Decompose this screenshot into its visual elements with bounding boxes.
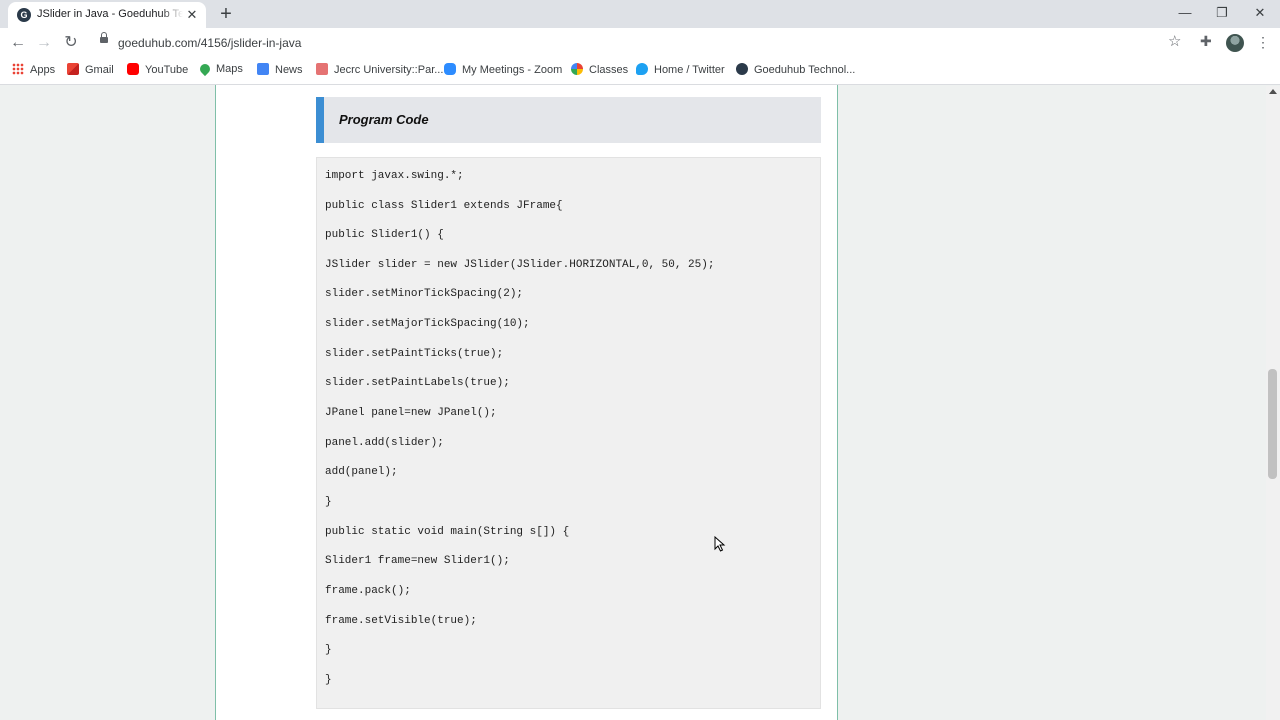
scroll-thumb[interactable] (1268, 369, 1277, 479)
bookmark-twitter[interactable]: Home / Twitter (636, 63, 725, 79)
bookmark-label: My Meetings - Zoom (462, 64, 563, 76)
gmail-icon (67, 63, 79, 75)
bookmark-goeduhub[interactable]: Goeduhub Technol... (736, 63, 855, 79)
code-line: slider.setPaintTicks(true); (325, 348, 504, 360)
lock-icon[interactable] (100, 32, 108, 43)
bookmark-star-icon[interactable]: ☆ (1168, 32, 1181, 50)
code-line: slider.setPaintLabels(true); (325, 377, 510, 389)
bookmark-news[interactable]: News (257, 63, 303, 79)
code-line: slider.setMajorTickSpacing(10); (325, 318, 530, 330)
extensions-puzzle-icon[interactable]: ✚ (1200, 33, 1212, 50)
news-icon (257, 63, 269, 75)
bookmark-label: Classes (589, 64, 629, 76)
tab-title: JSlider in Java - Goeduhub Techn (37, 8, 183, 20)
maps-pin-icon (197, 61, 213, 77)
tab-active[interactable]: G JSlider in Java - Goeduhub Techn ✕ (8, 2, 206, 28)
back-arrow-icon[interactable]: ← (8, 33, 28, 53)
restore-icon[interactable]: ❐ (1207, 2, 1237, 24)
bookmark-label: Home / Twitter (654, 64, 725, 76)
page-viewport: Program Code import javax.swing.*; publi… (0, 85, 1280, 720)
goeduhub-icon (736, 63, 748, 75)
code-line: add(panel); (325, 466, 398, 478)
code-line: } (325, 644, 332, 656)
code-line: JSlider slider = new JSlider(JSlider.HOR… (325, 259, 715, 271)
bookmark-label: YouTube (145, 64, 189, 76)
browser-toolbar: ← → ↻ goeduhub.com/4156/jslider-in-java … (0, 28, 1280, 58)
code-line: public class Slider1 extends JFrame{ (325, 200, 563, 212)
article-column: Program Code import javax.swing.*; publi… (215, 85, 838, 720)
page-scrollbar[interactable] (1266, 86, 1280, 720)
tab-strip: G JSlider in Java - Goeduhub Techn ✕ + —… (0, 0, 1280, 28)
scroll-up-arrow-icon[interactable] (1269, 89, 1277, 94)
jecrc-icon (316, 63, 328, 75)
goeduhub-favicon-icon: G (17, 8, 31, 22)
code-line: JPanel panel=new JPanel(); (325, 407, 497, 419)
code-line: } (325, 496, 332, 508)
code-line: public Slider1() { (325, 229, 444, 241)
bookmark-maps[interactable]: Maps (197, 61, 243, 79)
section-header: Program Code (316, 97, 821, 143)
code-line: public static void main(String s[]) { (325, 526, 570, 538)
bookmark-apps[interactable]: Apps (12, 63, 55, 79)
bookmark-jecrc[interactable]: Jecrc University::Par... (316, 63, 443, 79)
bookmark-label: Jecrc University::Par... (334, 64, 444, 76)
code-line: slider.setMinorTickSpacing(2); (325, 288, 524, 300)
more-menu-icon[interactable]: ⋮ (1256, 34, 1270, 50)
code-block: import javax.swing.*; public class Slide… (316, 157, 821, 709)
reload-icon[interactable]: ↻ (61, 33, 81, 53)
url-text[interactable]: goeduhub.com/4156/jslider-in-java (118, 36, 301, 50)
google-icon (571, 63, 583, 75)
close-window-icon[interactable]: ✕ (1245, 2, 1275, 24)
bookmark-label: Apps (30, 64, 56, 76)
mouse-cursor-icon (714, 536, 726, 552)
code-line: frame.pack(); (325, 585, 411, 597)
section-title: Program Code (339, 112, 429, 127)
bookmark-gmail[interactable]: Gmail (67, 63, 114, 79)
bookmark-youtube[interactable]: YouTube (127, 63, 188, 79)
twitter-icon (636, 63, 648, 75)
code-line: Slider1 frame=new Slider1(); (325, 555, 510, 567)
zoom-icon (444, 63, 456, 75)
forward-arrow-icon[interactable]: → (34, 33, 54, 53)
youtube-icon (127, 63, 139, 75)
code-line: import javax.swing.*; (325, 170, 464, 182)
code-line: panel.add(slider); (325, 437, 444, 449)
address-bar[interactable]: goeduhub.com/4156/jslider-in-java ☆ (90, 30, 1196, 56)
bookmark-label: Maps (216, 63, 243, 75)
new-tab-button[interactable]: + (216, 3, 236, 25)
code-line: frame.setVisible(true); (325, 615, 477, 627)
bookmark-classes[interactable]: Classes (571, 63, 628, 79)
bookmark-label: Goeduhub Technol... (754, 64, 856, 76)
tab-close-icon[interactable]: ✕ (184, 6, 200, 24)
code-line: } (325, 674, 332, 686)
bookmark-label: Gmail (85, 64, 114, 76)
minimize-icon[interactable]: — (1170, 2, 1200, 24)
bookmark-zoom[interactable]: My Meetings - Zoom (444, 63, 562, 79)
apps-grid-icon (12, 63, 24, 75)
profile-avatar[interactable] (1226, 34, 1244, 52)
bookmarks-bar: Apps Gmail YouTube Maps News Jecrc Unive… (0, 58, 1280, 85)
bookmark-label: News (275, 64, 303, 76)
